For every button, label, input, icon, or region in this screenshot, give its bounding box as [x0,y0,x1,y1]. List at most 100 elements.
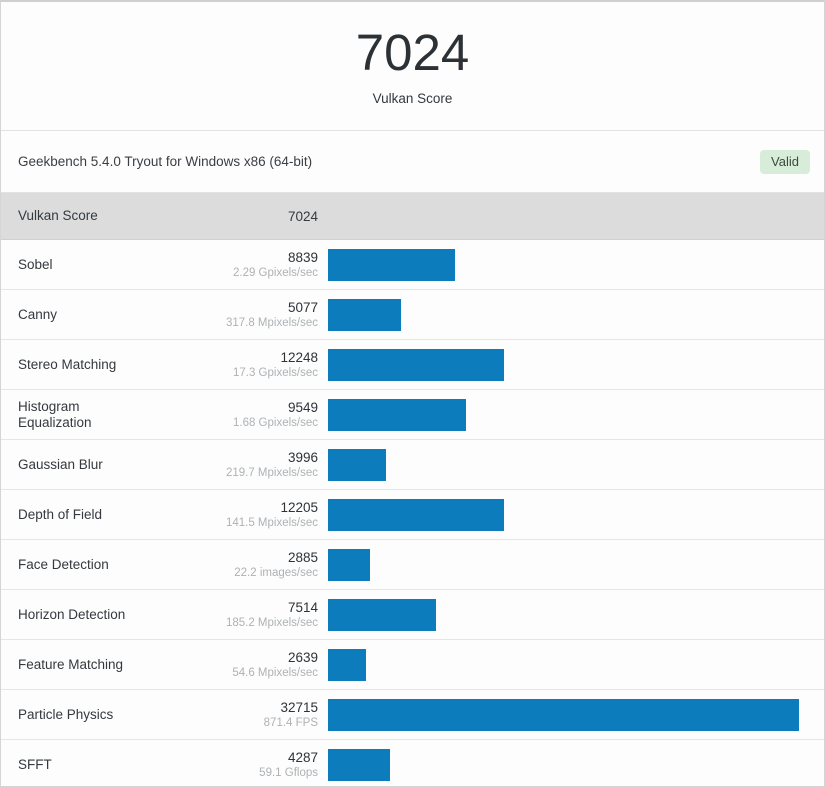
benchmark-info-bar: Geekbench 5.4.0 Tryout for Windows x86 (… [1,131,824,193]
benchmark-build-text: Geekbench 5.4.0 Tryout for Windows x86 (… [18,154,313,169]
benchmark-score-cell: 2885 22.2 images/sec [181,549,328,581]
benchmark-name-line: Histogram [18,398,80,414]
benchmark-rate-value: 22.2 images/sec [234,566,318,579]
benchmark-bar [328,248,456,281]
page-title-score: 7024 [355,24,470,82]
benchmark-name: SFFT [1,757,181,773]
benchmark-bar-cell [328,590,824,639]
benchmark-score-cell: 2639 54.6 Mpixels/sec [181,649,328,681]
table-row: Particle Physics 32715 871.4 FPS [1,690,824,740]
benchmark-score-value: 7514 [287,599,318,615]
benchmark-name-line: Canny [18,306,58,322]
benchmark-name: Particle Physics [1,707,181,723]
benchmark-rate-value: 871.4 FPS [263,716,318,729]
table-header-row: Vulkan Score 7024 [1,193,824,240]
benchmark-score-value: 12205 [280,499,318,515]
benchmark-rate-value: 219.7 Mpixels/sec [225,466,318,479]
benchmark-bar [328,698,799,731]
benchmark-bar [328,748,390,781]
benchmark-rate-value: 185.2 Mpixels/sec [225,616,318,629]
benchmark-rate-value: 317.8 Mpixels/sec [225,316,318,329]
benchmark-score-value: 12248 [280,349,318,365]
benchmark-bar [328,648,366,681]
status-badge: Valid [760,149,810,174]
benchmark-name-line: Equalization [18,414,92,430]
benchmark-bar-cell [328,440,824,489]
table-header-bar-spacer [328,193,824,239]
benchmark-name: Stereo Matching [1,357,181,373]
table-row: Histogram Equalization 9549 1.68 Gpixels/se… [1,390,824,440]
benchmark-name: Feature Matching [1,657,181,673]
table-header-score-value: 7024 [287,208,318,224]
benchmark-rate-value: 2.29 Gpixels/sec [232,266,318,279]
benchmark-score-cell: 12248 17.3 Gpixels/sec [181,349,328,381]
benchmark-rate-value: 17.3 Gpixels/sec [232,366,318,379]
benchmark-results-table: Vulkan Score 7024 Sobel 8839 2.29 Gpixels/… [1,193,824,786]
benchmark-bar-cell [328,490,824,539]
benchmark-score-value: 3996 [287,449,318,465]
benchmark-score-cell: 12205 141.5 Mpixels/sec [181,499,328,531]
table-row: Canny 5077 317.8 Mpixels/sec [1,290,824,340]
benchmark-name-line: Depth of Field [18,506,103,522]
benchmark-name-line: SFFT [18,756,52,772]
benchmark-rate-value: 54.6 Mpixels/sec [232,666,318,679]
table-header-name: Vulkan Score [18,208,98,223]
hero-score-label: Vulkan Score [372,90,453,106]
benchmark-name-line: Horizon Detection [18,606,126,622]
benchmark-name-line: Stereo Matching [18,356,117,372]
table-row: Depth of Field 12205 141.5 Mpixels/sec [1,490,824,540]
benchmark-name-line: Face Detection [18,556,109,572]
benchmark-rows: Sobel 8839 2.29 Gpixels/sec Canny 5077 317.8 … [1,240,824,786]
benchmark-score-value: 2639 [287,649,318,665]
table-row: Feature Matching 2639 54.6 Mpixels/sec [1,640,824,690]
benchmark-bar [328,548,370,581]
benchmark-name: Histogram Equalization [1,399,181,431]
benchmark-score-cell: 4287 59.1 Gflops [181,749,328,781]
benchmark-name: Horizon Detection [1,607,181,623]
benchmark-score-value: 5077 [287,299,318,315]
benchmark-name-line: Feature Matching [18,656,124,672]
benchmark-name: Canny [1,307,181,323]
benchmark-name-line: Gaussian Blur [18,456,103,472]
benchmark-result-card: 7024 Vulkan Score Geekbench 5.4.0 Tryout… [0,0,825,787]
benchmark-name: Face Detection [1,557,181,573]
hero-score-panel: 7024 Vulkan Score [1,2,824,131]
benchmark-score-cell: 32715 871.4 FPS [181,699,328,731]
benchmark-name-line: Particle Physics [18,706,114,722]
table-row: SFFT 4287 59.1 Gflops [1,740,824,786]
table-row: Stereo Matching 12248 17.3 Gpixels/sec [1,340,824,390]
benchmark-score-value: 32715 [280,699,318,715]
benchmark-bar [328,348,505,381]
benchmark-score-value: 9549 [287,399,318,415]
benchmark-bar-cell [328,740,824,786]
benchmark-bar [328,498,504,531]
benchmark-rate-value: 59.1 Gflops [259,766,318,779]
benchmark-score-cell: 7514 185.2 Mpixels/sec [181,599,328,631]
benchmark-name: Depth of Field [1,507,181,523]
benchmark-score-value: 8839 [287,249,318,265]
benchmark-bar [328,298,402,331]
benchmark-rate-value: 1.68 Gpixels/sec [232,416,318,429]
benchmark-score-cell: 5077 317.8 Mpixels/sec [181,299,328,331]
benchmark-score-cell: 8839 2.29 Gpixels/sec [181,249,328,281]
benchmark-bar-cell [328,690,824,739]
table-row: Face Detection 2885 22.2 images/sec [1,540,824,590]
benchmark-bar-cell [328,640,824,689]
benchmark-bar-cell [328,390,824,439]
table-header-score: 7024 [181,208,328,225]
benchmark-bar [328,448,386,481]
benchmark-bar-cell [328,340,824,389]
benchmark-score-value: 2885 [287,549,318,565]
benchmark-score-cell: 9549 1.68 Gpixels/sec [181,399,328,431]
table-row: Gaussian Blur 3996 219.7 Mpixels/sec [1,440,824,490]
benchmark-rate-value: 141.5 Mpixels/sec [225,516,318,529]
table-row: Horizon Detection 7514 185.2 Mpixels/sec [1,590,824,640]
benchmark-score-cell: 3996 219.7 Mpixels/sec [181,449,328,481]
benchmark-bar-cell [328,240,824,289]
table-row: Sobel 8839 2.29 Gpixels/sec [1,240,824,290]
benchmark-score-value: 4287 [287,749,318,765]
benchmark-bar [328,398,466,431]
benchmark-name: Gaussian Blur [1,457,181,473]
benchmark-name-line: Sobel [18,256,53,272]
benchmark-name: Sobel [1,257,181,273]
